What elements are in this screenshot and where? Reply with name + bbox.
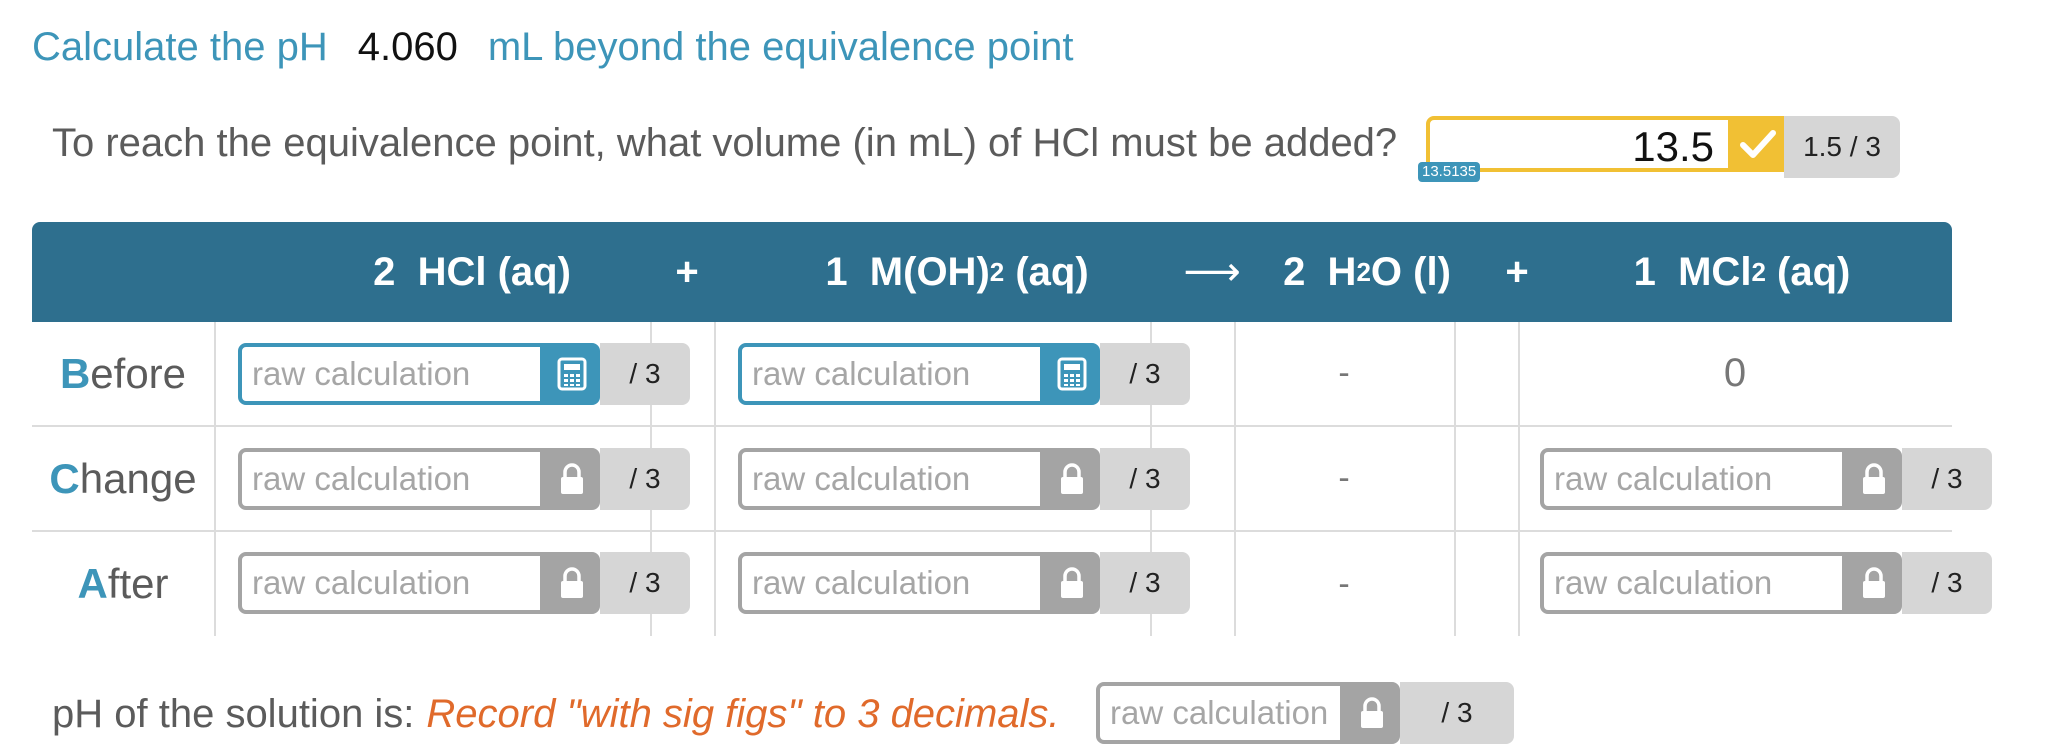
hcl-change-calc: raw calculation / 3	[238, 448, 690, 510]
score-badge: / 3	[1902, 448, 1992, 510]
moh2-before-calc: raw calculation / 3	[738, 343, 1190, 405]
ph-label: pH of the solution is:	[52, 691, 415, 736]
lock-icon[interactable]	[1846, 448, 1902, 510]
mcl2-header: 1 MCl 2 (aq)	[1633, 249, 1851, 294]
plus-sign-2: +	[1505, 249, 1529, 294]
h2o-after-dash: -	[1338, 564, 1350, 603]
score-badge: / 3	[1400, 682, 1514, 744]
equivalence-question: To reach the equivalence point, what vol…	[52, 120, 1398, 165]
before-row: Before raw calculation / 3 raw calculati…	[32, 322, 1952, 427]
change-row: Change raw calculation / 3 raw calculati…	[32, 427, 1992, 532]
moh2-header: 1 M(OH) 2 (aq)	[825, 249, 1089, 294]
h2o-change-dash: -	[1338, 459, 1350, 497]
hcl-change-input[interactable]: raw calculation	[238, 448, 544, 510]
heading-suffix: mL beyond the equivalence point	[487, 24, 1074, 69]
moh2-before-input[interactable]: raw calculation	[738, 343, 1044, 405]
problem-heading: Calculate the pH 4.060 mL beyond the equ…	[32, 22, 1073, 72]
h2o-header: 2 H2O (l)	[1283, 249, 1451, 294]
lock-icon[interactable]	[1846, 552, 1902, 614]
sig-fig-note: Record "with sig figs" to 3 decimals.	[426, 691, 1060, 736]
heading-prefix: Calculate the pH	[32, 24, 328, 69]
mcl2-after-input[interactable]: raw calculation	[1540, 552, 1846, 614]
ph-answer-input[interactable]: raw calculation	[1096, 682, 1344, 744]
check-icon	[1732, 116, 1784, 172]
answer-score: 1.5 / 3	[1784, 116, 1900, 178]
lock-icon[interactable]	[544, 552, 600, 614]
calculator-icon[interactable]	[544, 343, 600, 405]
moh2-change-input[interactable]: raw calculation	[738, 448, 1044, 510]
reaction-arrow: ⟶	[1183, 250, 1241, 294]
lock-icon[interactable]	[1344, 682, 1400, 744]
hcl-before-input[interactable]: raw calculation	[238, 343, 544, 405]
lock-icon[interactable]	[544, 448, 600, 510]
score-badge: / 3	[1100, 343, 1190, 405]
score-badge: / 3	[1100, 552, 1190, 614]
calculator-icon[interactable]	[1044, 343, 1100, 405]
ph-prompt: pH of the solution is: Record "with sig …	[52, 684, 1060, 744]
score-badge: / 3	[1100, 448, 1190, 510]
volume-value: 4.060	[357, 24, 458, 69]
mcl2-change-input[interactable]: raw calculation	[1540, 448, 1846, 510]
hcl-after-calc: raw calculation / 3	[238, 552, 690, 614]
lock-icon[interactable]	[1044, 448, 1100, 510]
moh2-after-calc: raw calculation / 3	[738, 552, 1190, 614]
lock-icon[interactable]	[1044, 552, 1100, 614]
plus-sign: +	[675, 249, 699, 294]
answer-value: 13.5	[1632, 123, 1714, 170]
score-badge: / 3	[600, 343, 690, 405]
equivalence-answer-group: 13.5 1.5 / 3 13.5135	[1418, 116, 1900, 182]
score-badge: / 3	[600, 448, 690, 510]
row-label-change: Change	[49, 454, 197, 502]
reaction-header: 2 HCl (aq) + 1 M(OH) 2 (aq) ⟶ 2 H2O (l) +…	[32, 222, 1952, 322]
row-label-before: Before	[59, 349, 187, 397]
mcl2-before-value: 0	[1723, 351, 1747, 395]
score-badge: / 3	[600, 552, 690, 614]
ph-answer-calc: raw calculation / 3	[1096, 682, 1514, 744]
row-label-after: After	[77, 560, 169, 607]
mcl2-after-calc: raw calculation / 3	[1540, 552, 1992, 614]
hcl-after-input[interactable]: raw calculation	[238, 552, 544, 614]
moh2-after-input[interactable]: raw calculation	[738, 552, 1044, 614]
mcl2-change-calc: raw calculation / 3	[1540, 448, 1992, 510]
after-row: After raw calculation / 3 raw calculatio…	[32, 532, 1992, 636]
ice-table: 2 HCl (aq) + 1 M(OH) 2 (aq) ⟶ 2 H2O (l) +…	[32, 222, 1992, 636]
correct-answer-hint: 13.5135	[1418, 162, 1481, 182]
h2o-before-dash: -	[1338, 354, 1350, 392]
score-badge: / 3	[1902, 552, 1992, 614]
hcl-header: 2 HCl (aq)	[373, 249, 571, 294]
moh2-change-calc: raw calculation / 3	[738, 448, 1190, 510]
hcl-before-calc: raw calculation / 3	[238, 343, 690, 405]
